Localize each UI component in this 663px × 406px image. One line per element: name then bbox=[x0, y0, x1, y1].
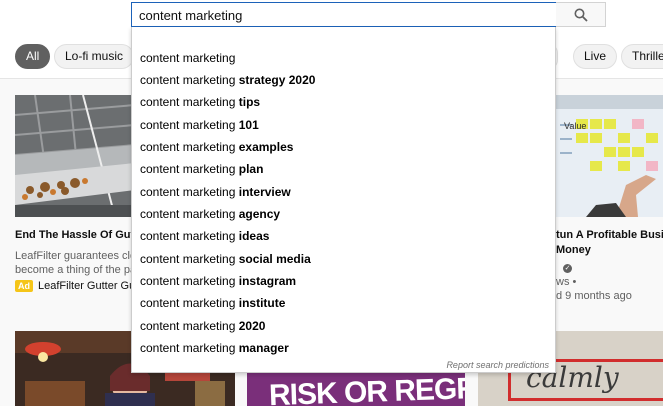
ad-channel-name[interactable]: LeafFilter Gutter Gua bbox=[38, 280, 141, 292]
video-title-line1[interactable]: tun A Profitable Busines bbox=[556, 228, 663, 243]
verified-icon: ✓ bbox=[563, 263, 573, 273]
ad-description-line2: become a thing of the pa bbox=[15, 264, 137, 276]
suggestion-item[interactable]: content marketing social media bbox=[140, 251, 311, 267]
channel-row: ✓ bbox=[556, 262, 573, 275]
report-search-predictions-link[interactable]: Report search predictions bbox=[446, 360, 549, 370]
chip-live[interactable]: Live bbox=[573, 44, 618, 69]
suggestion-item[interactable]: content marketing ideas bbox=[140, 228, 269, 244]
suggestion-item[interactable]: content marketing plan bbox=[140, 161, 263, 177]
suggestion-item[interactable]: content marketing 101 bbox=[140, 117, 259, 133]
svg-text:Value: Value bbox=[564, 121, 586, 131]
gutter-roof-image bbox=[15, 95, 135, 217]
ad-description-line1: LeafFilter guarantees clog bbox=[15, 250, 143, 262]
ad-title[interactable]: End The Hassle Of Gutter bbox=[15, 228, 148, 243]
ad-badge: Ad bbox=[15, 280, 33, 292]
chip-all[interactable]: All bbox=[15, 44, 51, 69]
video-thumbnail-risk[interactable]: RISK OR REGRET bbox=[247, 373, 465, 406]
suggestion-item[interactable]: content marketing strategy 2020 bbox=[140, 72, 315, 88]
suggestion-item[interactable]: content marketing institute bbox=[140, 295, 285, 311]
search-input[interactable] bbox=[139, 6, 539, 24]
suggestion-item[interactable]: content marketing bbox=[140, 50, 235, 66]
ad-thumbnail[interactable] bbox=[15, 95, 135, 217]
ad-channel-row: Ad LeafFilter Gutter Gua bbox=[15, 280, 141, 293]
suggestion-item[interactable]: content marketing tips bbox=[140, 94, 260, 110]
whiteboard-image: Value bbox=[556, 95, 663, 217]
search-box[interactable] bbox=[131, 2, 557, 27]
suggestion-item[interactable]: content marketing interview bbox=[140, 184, 291, 200]
suggestion-item[interactable]: content marketing instagram bbox=[140, 273, 296, 289]
suggestion-item[interactable]: content marketing 2020 bbox=[140, 318, 265, 334]
chip-lofi-music[interactable]: Lo-fi music bbox=[54, 44, 135, 69]
suggestion-item[interactable]: content marketing agency bbox=[140, 206, 280, 222]
video-views: ws • bbox=[556, 276, 577, 288]
chip-thriller[interactable]: Thriller bbox=[621, 44, 663, 69]
video-age: d 9 months ago bbox=[556, 290, 632, 302]
suggestion-item[interactable]: content marketing manager bbox=[140, 340, 289, 356]
video-title-line2[interactable]: Money bbox=[556, 243, 591, 258]
search-suggestions-dropdown: content marketing content marketing stra… bbox=[131, 27, 556, 373]
suggestion-item[interactable]: content marketing examples bbox=[140, 139, 293, 155]
video-thumbnail-whiteboard[interactable]: Value bbox=[556, 95, 663, 217]
thumbnail-overlay-text: RISK OR REGRET bbox=[268, 373, 465, 406]
search-icon bbox=[574, 8, 588, 22]
search-button[interactable] bbox=[556, 2, 606, 27]
